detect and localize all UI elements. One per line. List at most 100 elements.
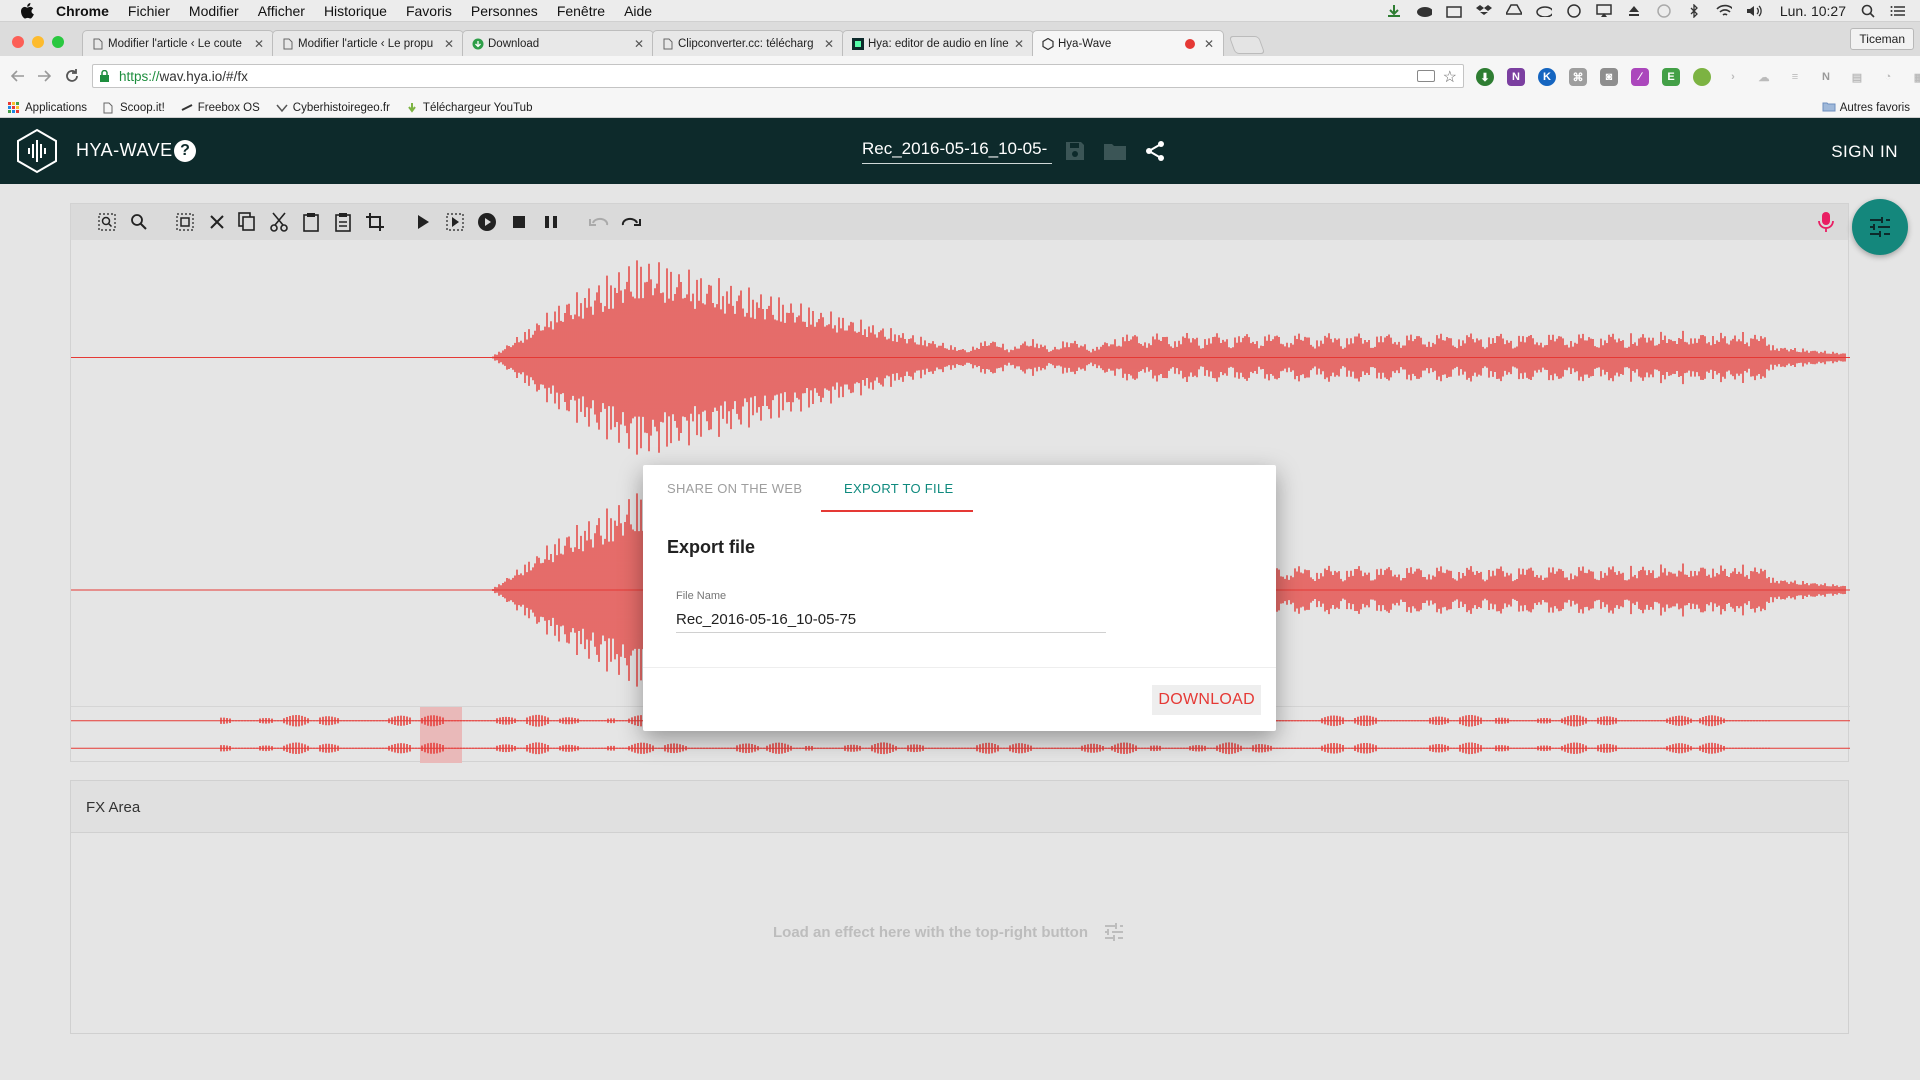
- clock[interactable]: Lun. 10:27: [1780, 3, 1846, 19]
- evernote-icon[interactable]: E: [1662, 68, 1680, 86]
- stop-icon[interactable]: [509, 212, 529, 232]
- share-icon[interactable]: [1142, 138, 1168, 164]
- tab-close-icon[interactable]: ✕: [1013, 37, 1025, 51]
- open-folder-icon[interactable]: [1102, 138, 1128, 164]
- tab-close-icon[interactable]: ✕: [823, 37, 835, 51]
- menu-modifier[interactable]: Modifier: [189, 3, 239, 19]
- tab-share-on-web[interactable]: SHARE ON THE WEB: [667, 481, 802, 496]
- new-tab-button[interactable]: [1228, 36, 1266, 54]
- tab-close-icon[interactable]: ✕: [253, 37, 265, 51]
- play-circle-icon[interactable]: [477, 212, 497, 232]
- hya-wave-logo-icon[interactable]: [14, 128, 60, 174]
- microphone-icon[interactable]: [1816, 211, 1836, 233]
- menu-historique[interactable]: Historique: [324, 3, 387, 19]
- address-bar[interactable]: https://wav.hya.io/#/fx ☆: [92, 64, 1464, 88]
- bookmark-scoopit[interactable]: Scoop.it!: [103, 102, 165, 114]
- select-all-icon[interactable]: [175, 212, 195, 232]
- puzzle-extension-icon[interactable]: ⌘: [1569, 68, 1587, 86]
- undo-icon[interactable]: [589, 212, 609, 232]
- back-icon[interactable]: [8, 66, 28, 86]
- dash-extension-icon[interactable]: ≡: [1786, 68, 1804, 86]
- delete-icon[interactable]: [207, 212, 227, 232]
- ext-arrow-icon[interactable]: ›: [1724, 68, 1742, 86]
- zoom-selection-icon[interactable]: [97, 212, 117, 232]
- reload-icon[interactable]: [62, 66, 82, 86]
- drive-icon[interactable]: [1505, 4, 1522, 18]
- spotlight-icon[interactable]: [1860, 4, 1876, 18]
- notification-center-icon[interactable]: [1890, 4, 1906, 18]
- list-extension-icon[interactable]: ▤: [1848, 68, 1866, 86]
- menu-favoris[interactable]: Favoris: [406, 3, 452, 19]
- green-dot-extension-icon[interactable]: [1693, 68, 1711, 86]
- pause-icon[interactable]: [541, 212, 561, 232]
- archive-icon[interactable]: [1446, 4, 1462, 18]
- cut-icon[interactable]: [269, 212, 289, 232]
- menu-afficher[interactable]: Afficher: [258, 3, 305, 19]
- cloud-icon[interactable]: [1416, 4, 1432, 18]
- browser-tab-active[interactable]: Hya-Wave ✕: [1032, 30, 1224, 56]
- lock-icon[interactable]: [99, 69, 111, 83]
- bookmark-star-icon[interactable]: ☆: [1443, 67, 1457, 87]
- browser-tab[interactable]: Hya: editor de audio en líne ✕: [842, 30, 1034, 56]
- camera-permission-icon[interactable]: [1417, 70, 1435, 82]
- menu-fenetre[interactable]: Fenêtre: [557, 3, 605, 19]
- creative-cloud-icon[interactable]: [1536, 4, 1552, 18]
- filename-input[interactable]: [862, 134, 1052, 164]
- browser-tab[interactable]: Clipconverter.cc: télécharg ✕: [652, 30, 844, 56]
- minimize-window-icon[interactable]: [32, 36, 44, 48]
- screenshot-extension-icon[interactable]: ◙: [1600, 68, 1618, 86]
- overview-viewport-selection[interactable]: [420, 707, 462, 763]
- k-extension-icon[interactable]: K: [1538, 68, 1556, 86]
- menu-personnes[interactable]: Personnes: [471, 3, 538, 19]
- bookmark-applications[interactable]: Applications: [8, 102, 87, 114]
- eject-icon[interactable]: [1626, 4, 1642, 18]
- tab-close-icon[interactable]: ✕: [443, 37, 455, 51]
- crop-icon[interactable]: [365, 212, 385, 232]
- zoom-window-icon[interactable]: [52, 36, 64, 48]
- redo-icon[interactable]: [621, 212, 641, 232]
- browser-tab[interactable]: Download ✕: [462, 30, 654, 56]
- tab-close-icon[interactable]: ✕: [633, 37, 645, 51]
- close-window-icon[interactable]: [12, 36, 24, 48]
- paste-icon[interactable]: [301, 212, 321, 232]
- tab-export-to-file[interactable]: EXPORT TO FILE: [844, 481, 953, 496]
- sync-icon[interactable]: [1566, 4, 1582, 18]
- dropbox-icon[interactable]: [1475, 4, 1492, 18]
- bookmark-cyberhistoiregeo[interactable]: Cyberhistoiregeo.fr: [276, 102, 390, 114]
- file-name-input[interactable]: [676, 607, 1106, 633]
- extension-download-icon[interactable]: ⬇: [1476, 68, 1494, 86]
- time-machine-icon[interactable]: [1656, 4, 1672, 18]
- paste-insert-icon[interactable]: [333, 212, 353, 232]
- bluetooth-icon[interactable]: [1686, 4, 1702, 18]
- onenote-icon[interactable]: N: [1507, 68, 1525, 86]
- play-selection-icon[interactable]: [445, 212, 465, 232]
- pen-extension-icon[interactable]: ∕: [1631, 68, 1649, 86]
- download-status-icon[interactable]: [1386, 4, 1402, 18]
- download-button[interactable]: DOWNLOAD: [1152, 685, 1261, 715]
- forward-icon[interactable]: [34, 66, 54, 86]
- play-icon[interactable]: [413, 212, 433, 232]
- bookmark-freebox[interactable]: Freebox OS: [181, 102, 260, 114]
- help-icon[interactable]: ?: [174, 140, 196, 162]
- volume-icon[interactable]: [1746, 4, 1762, 18]
- zoom-icon[interactable]: [129, 212, 149, 232]
- effects-menu-button[interactable]: [1852, 199, 1908, 255]
- wifi-icon[interactable]: [1716, 4, 1732, 18]
- other-bookmarks[interactable]: Autres favoris: [1822, 101, 1910, 115]
- tab-close-icon[interactable]: ✕: [1203, 37, 1215, 51]
- waveform-channel-1[interactable]: [71, 241, 1850, 474]
- sign-in-button[interactable]: SIGN IN: [1831, 142, 1898, 162]
- bookmark-youtube-downloader[interactable]: Téléchargeur YouTub: [406, 102, 532, 114]
- apple-icon[interactable]: [20, 2, 34, 19]
- profile-button[interactable]: Ticeman: [1850, 28, 1914, 50]
- menu-fichier[interactable]: Fichier: [128, 3, 170, 19]
- menu-aide[interactable]: Aide: [624, 3, 652, 19]
- menu-app-name[interactable]: Chrome: [56, 3, 109, 19]
- airplay-icon[interactable]: [1596, 4, 1612, 18]
- browser-tab[interactable]: Modifier l'article ‹ Le propu ✕: [272, 30, 464, 56]
- browser-tab[interactable]: Modifier l'article ‹ Le coute ✕: [82, 30, 274, 56]
- rss-extension-icon[interactable]: ◔: [1879, 68, 1897, 86]
- save-icon[interactable]: [1062, 138, 1088, 164]
- print-extension-icon[interactable]: ▦: [1910, 68, 1920, 86]
- notion-extension-icon[interactable]: N: [1817, 68, 1835, 86]
